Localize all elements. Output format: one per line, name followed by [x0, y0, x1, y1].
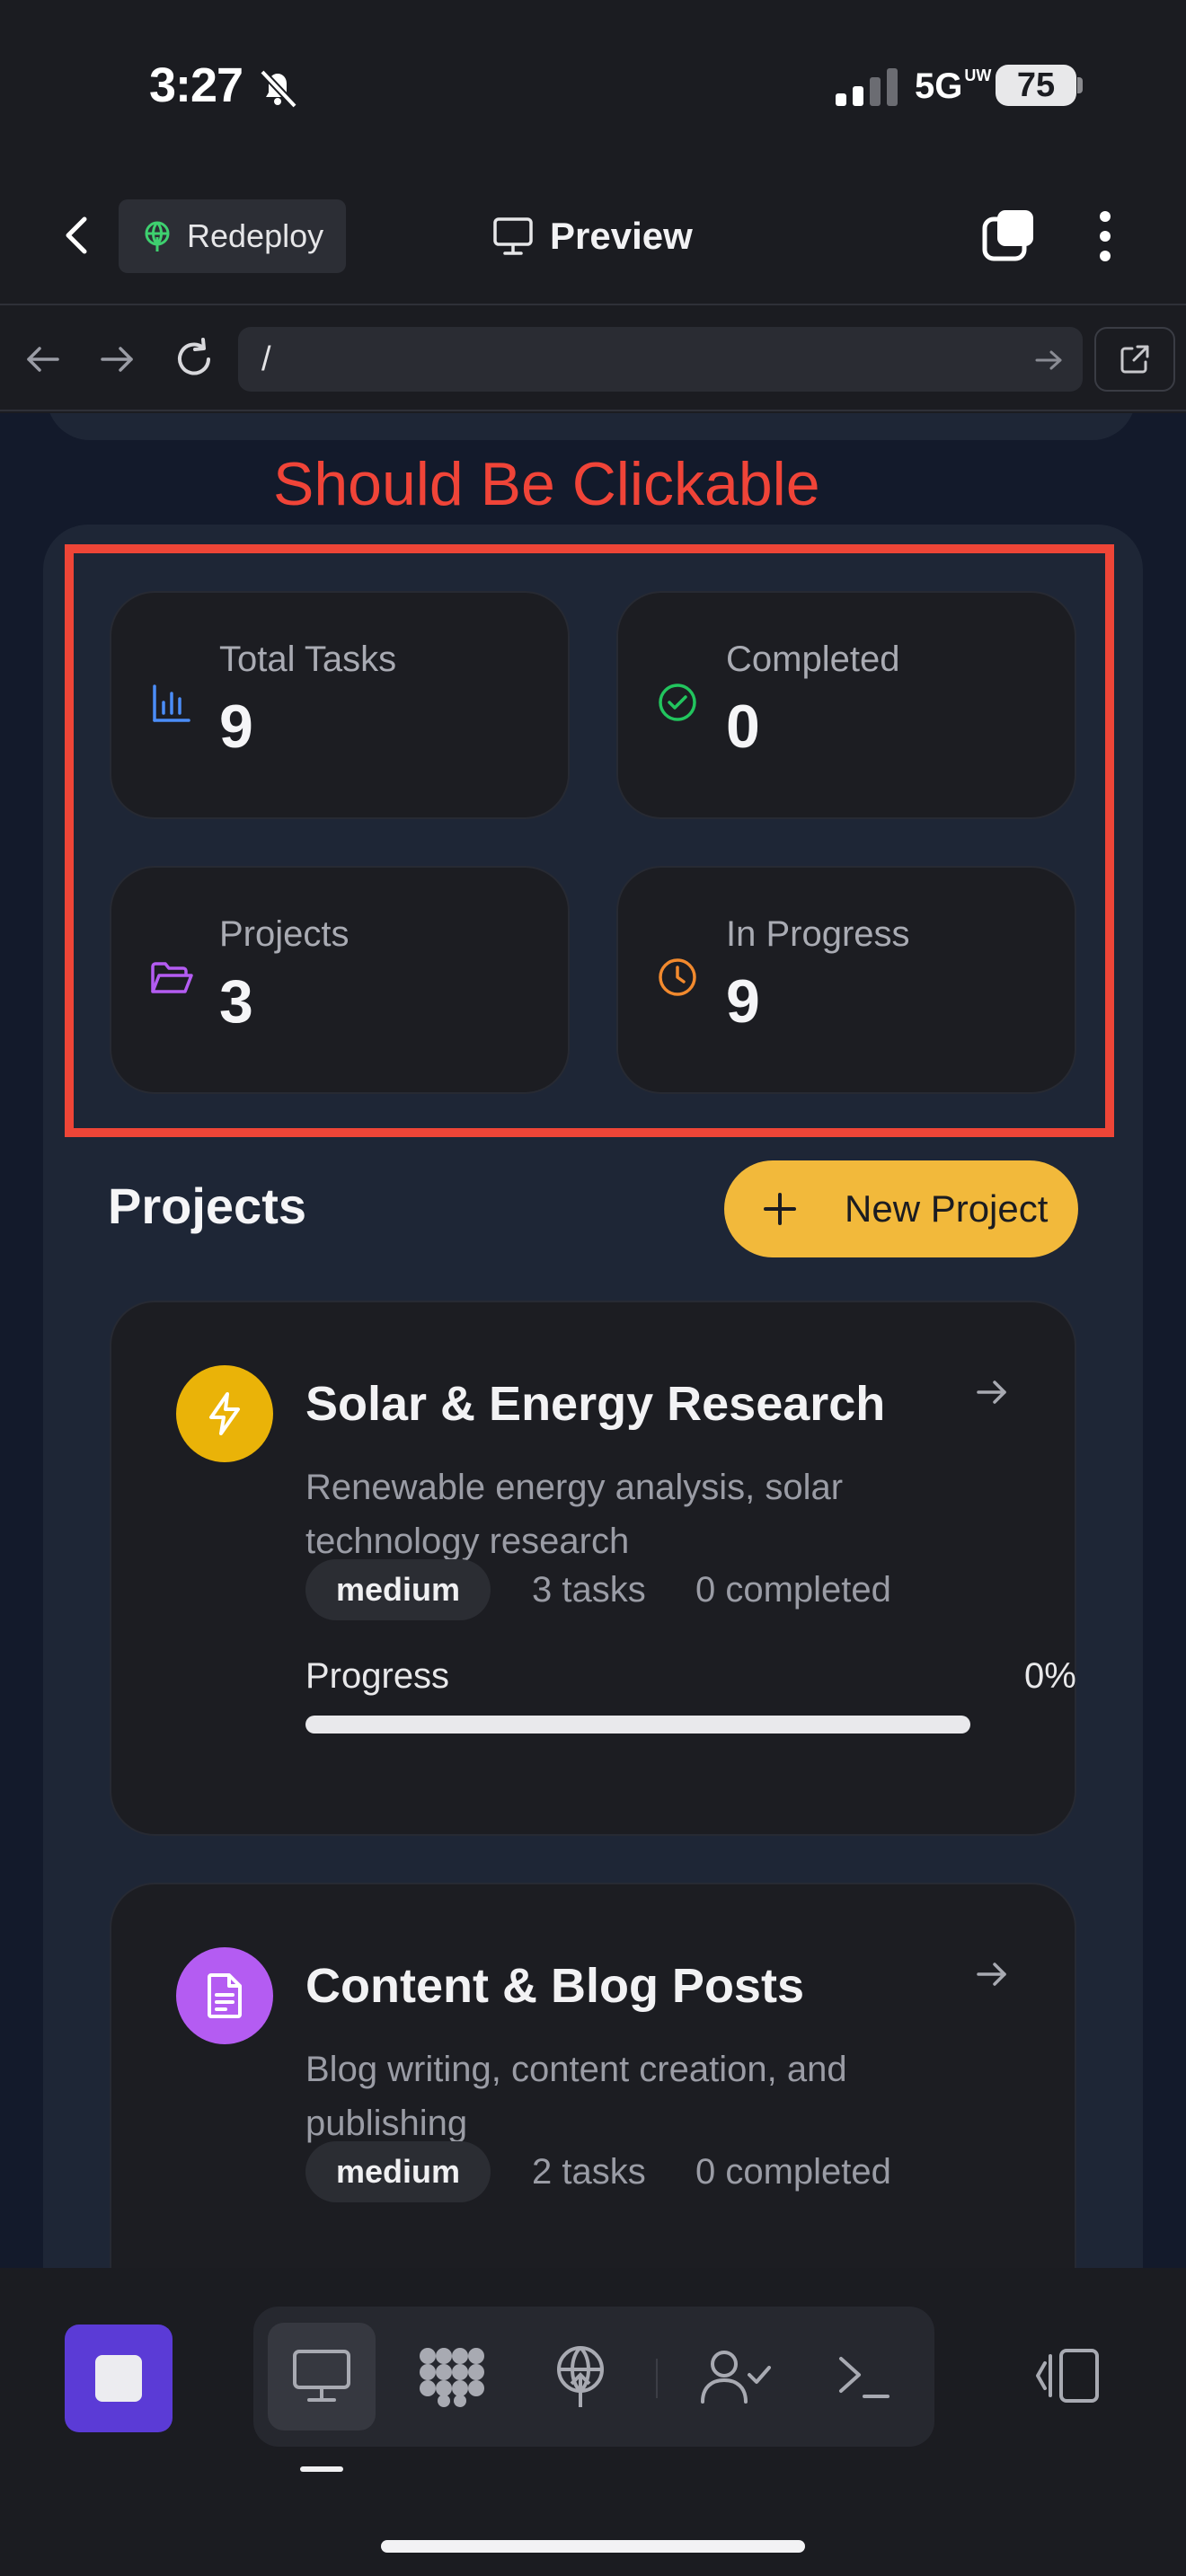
- preview-label: Preview: [550, 215, 693, 257]
- project-title: Solar & Energy Research: [305, 1377, 886, 1431]
- completed-count: 0 completed: [695, 1570, 891, 1610]
- project-avatar: [176, 1947, 273, 2044]
- stop-button[interactable]: [65, 2325, 173, 2432]
- lightning-icon: [200, 1389, 249, 1438]
- progress-bar: [305, 1716, 970, 1734]
- redeploy-label: Redeploy: [187, 217, 324, 254]
- arrow-right-icon: [101, 347, 133, 372]
- bell-muted-icon: [255, 65, 300, 110]
- url-input[interactable]: [238, 327, 1083, 392]
- split-view-icon: [1036, 2349, 1099, 2403]
- arrow-right-icon: [974, 1956, 1010, 1992]
- project-card[interactable]: Solar & Energy Research Renewable energy…: [110, 1301, 1076, 1836]
- chevron-left-icon: [66, 216, 87, 254]
- arrow-right-icon: [1035, 350, 1062, 370]
- tool-preview-button[interactable]: [268, 2323, 376, 2430]
- external-link-icon: [1120, 345, 1149, 374]
- deploy-icon: [557, 2346, 604, 2407]
- document-icon: [202, 1972, 247, 2020]
- progress-label: Progress: [305, 1656, 450, 1696]
- web-preview-content: Should Be Clickable Total Tasks 9 Comple…: [0, 413, 1186, 2268]
- battery-indicator: 75: [996, 65, 1076, 106]
- more-options-button[interactable]: [1084, 208, 1127, 264]
- network-sup: UW: [964, 66, 992, 84]
- projects-heading: Projects: [108, 1178, 306, 1234]
- signal-icon: [836, 68, 900, 108]
- project-card[interactable]: Content & Blog Posts Blog writing, conte…: [110, 1883, 1076, 2268]
- annotation-highlight-box: [65, 544, 1114, 1137]
- nav-back-button[interactable]: [23, 340, 63, 379]
- status-time: 3:27: [149, 58, 243, 112]
- tasks-count: 2 tasks: [532, 2152, 646, 2192]
- back-button[interactable]: [54, 212, 101, 259]
- tool-users-button[interactable]: [681, 2323, 789, 2430]
- tool-deploy-button[interactable]: [527, 2323, 634, 2430]
- url-go-button[interactable]: [1033, 345, 1064, 375]
- priority-badge: medium: [305, 1559, 491, 1620]
- annotation-label: Should Be Clickable: [273, 450, 820, 518]
- redeploy-button[interactable]: Redeploy: [119, 199, 346, 273]
- open-external-button[interactable]: [1094, 327, 1175, 392]
- project-description: Blog writing, content creation, and publ…: [305, 2050, 847, 2143]
- completed-count: 0 completed: [695, 2152, 891, 2192]
- user-check-icon: [701, 2351, 771, 2404]
- deploy-icon: [140, 219, 174, 253]
- plus-icon: [762, 1191, 798, 1227]
- battery-nub: [1077, 77, 1083, 93]
- project-avatar: [176, 1365, 273, 1462]
- new-project-button[interactable]: New Project: [724, 1160, 1078, 1257]
- more-vertical-icon: [1100, 211, 1111, 261]
- monitor-icon: [492, 216, 534, 256]
- terminal-icon: [839, 2357, 890, 2398]
- monitor-icon: [293, 2350, 350, 2402]
- tabs-button[interactable]: [979, 207, 1039, 266]
- priority-badge: medium: [305, 2141, 491, 2202]
- new-project-label: New Project: [845, 1187, 1049, 1230]
- arrow-left-icon: [27, 347, 59, 372]
- progress-percent: 0%: [1024, 1656, 1076, 1696]
- tasks-count: 3 tasks: [532, 1570, 646, 1610]
- active-tab-indicator: [300, 2466, 343, 2472]
- arrow-right-icon: [974, 1374, 1010, 1410]
- stop-icon: [95, 2355, 142, 2402]
- refresh-icon: [178, 338, 210, 375]
- layout-toggle-button[interactable]: [1019, 2326, 1118, 2425]
- network-type: 5G UW: [915, 66, 992, 106]
- nav-forward-button[interactable]: [97, 340, 137, 379]
- preview-title: Preview: [492, 205, 693, 268]
- tabs-icon: [982, 210, 1033, 261]
- blocks-icon: [420, 2348, 484, 2407]
- tool-apps-button[interactable]: [397, 2323, 505, 2430]
- home-indicator: [381, 2540, 805, 2553]
- project-title: Content & Blog Posts: [305, 1959, 804, 2013]
- project-description: Renewable energy analysis, solar technol…: [305, 1468, 844, 1561]
- toolbar-divider: [656, 2359, 658, 2398]
- tool-terminal-button[interactable]: [810, 2323, 918, 2430]
- reload-button[interactable]: [171, 336, 217, 383]
- previous-card-edge: [47, 413, 1136, 440]
